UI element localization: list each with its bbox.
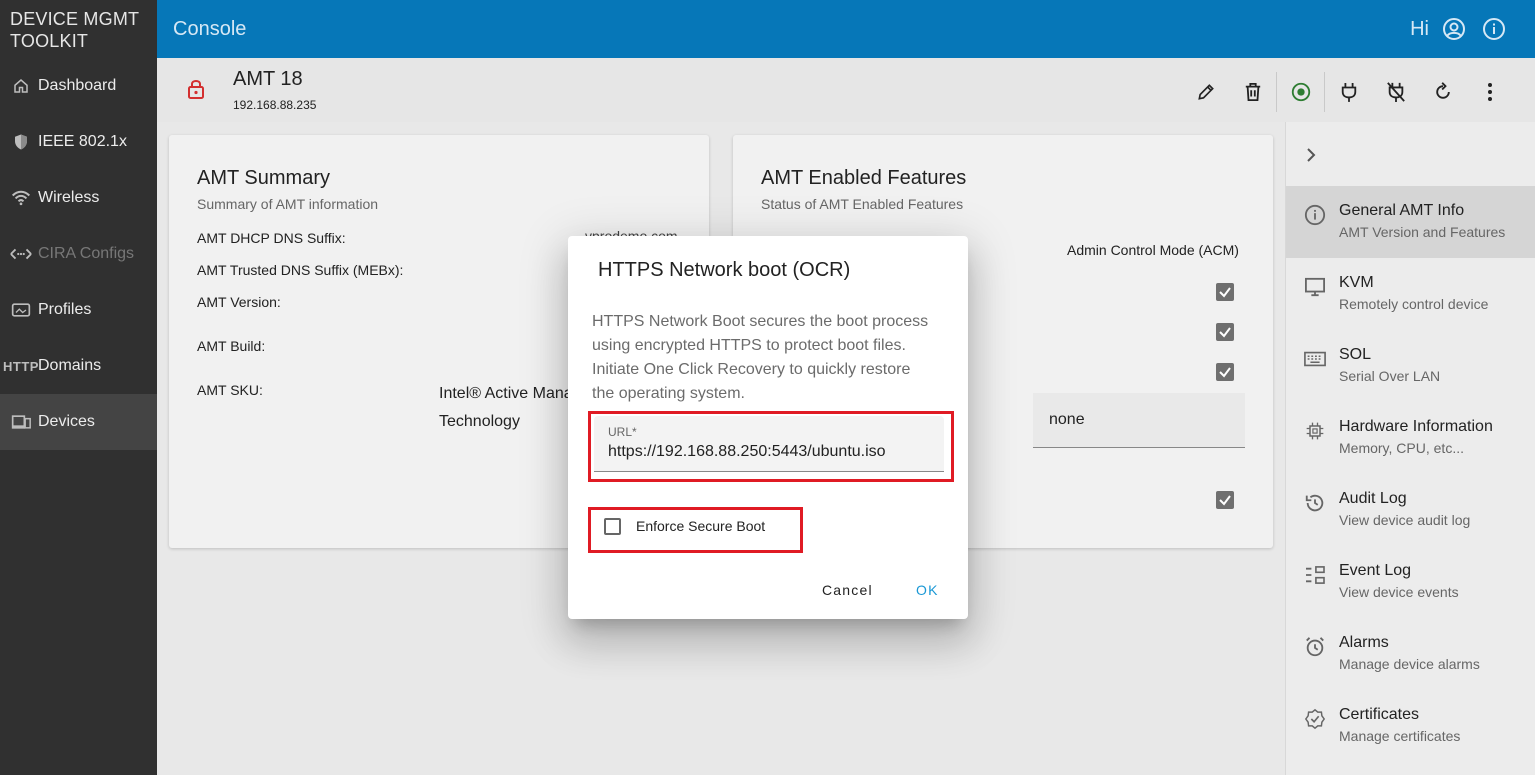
url-highlight-box bbox=[588, 411, 954, 482]
cancel-button[interactable]: Cancel bbox=[822, 582, 873, 598]
dialog-description: HTTPS Network Boot secures the boot proc… bbox=[592, 313, 929, 402]
checkbox-highlight-box bbox=[588, 507, 803, 553]
ok-button[interactable]: OK bbox=[916, 582, 939, 598]
https-network-boot-dialog: HTTPS Network boot (OCR) HTTPS Network B… bbox=[568, 236, 968, 619]
dialog-title: HTTPS Network boot (OCR) bbox=[598, 259, 851, 281]
